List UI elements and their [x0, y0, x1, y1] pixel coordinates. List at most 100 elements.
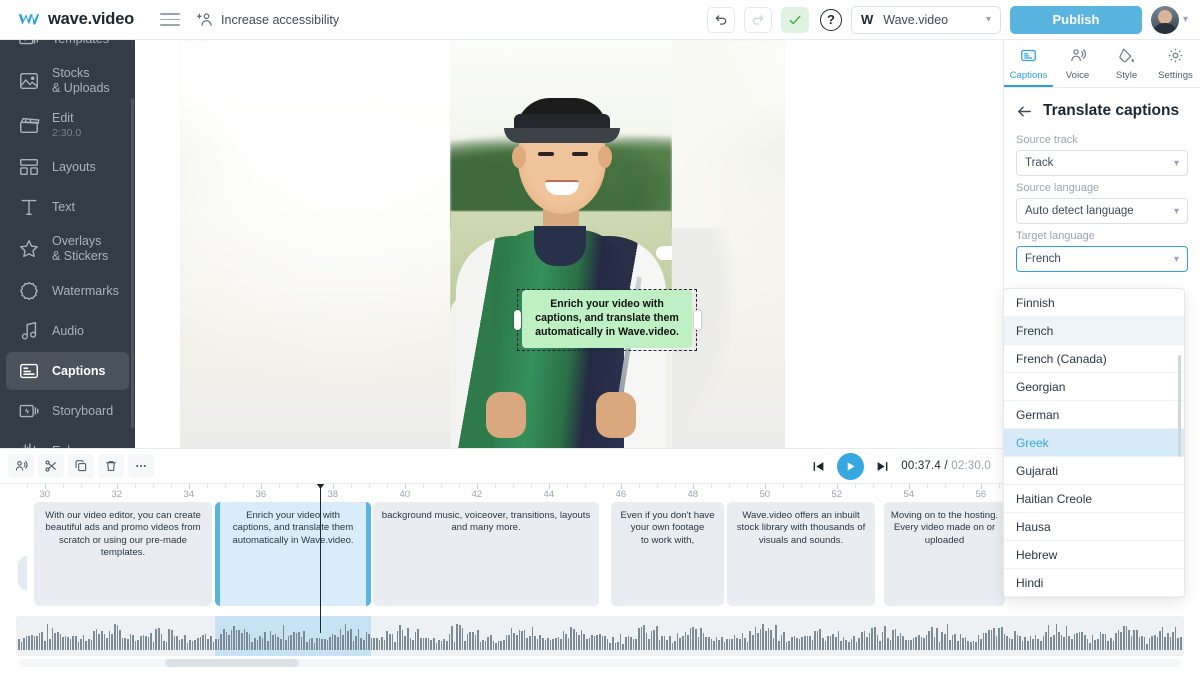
- track-handle-left[interactable]: [18, 556, 27, 590]
- waveform-bar: [453, 641, 456, 650]
- ruler-tick: [170, 484, 172, 488]
- left-sidebar[interactable]: Templates Stocks& Uploads Edit2:30.0 Layout…: [0, 40, 135, 448]
- waveform-bar: [798, 639, 801, 650]
- sidebar-item-captions[interactable]: Captions: [6, 352, 129, 390]
- waveform-bar: [588, 637, 591, 650]
- caption-resize-handle-right[interactable]: [694, 310, 701, 330]
- language-option[interactable]: Georgian: [1004, 373, 1184, 401]
- audio-waveform[interactable]: [16, 616, 1184, 656]
- waveform-bar: [277, 636, 279, 650]
- waveform-bar: [684, 632, 687, 650]
- waveform-bar: [137, 640, 139, 650]
- caption-clip[interactable]: Enrich your video with captions, and tra…: [215, 502, 371, 606]
- voiceover-icon[interactable]: [8, 454, 34, 478]
- waveform-bar: [661, 635, 663, 650]
- sidebar-item-layouts[interactable]: Layouts: [6, 148, 129, 186]
- waveform-bar: [622, 643, 624, 650]
- scissors-icon[interactable]: [38, 454, 64, 478]
- waveform-bar: [827, 635, 829, 650]
- increase-accessibility-button[interactable]: Increase accessibility: [196, 11, 339, 29]
- language-option[interactable]: Finnish: [1004, 289, 1184, 317]
- dropdown-scrollbar[interactable]: [1178, 355, 1181, 457]
- waveform-bar: [775, 624, 777, 650]
- language-option[interactable]: German: [1004, 401, 1184, 429]
- caption-clip[interactable]: Moving on to the hosting. Every video mad…: [884, 502, 1005, 606]
- tab-style[interactable]: Style: [1102, 40, 1151, 87]
- duplicate-icon[interactable]: [68, 454, 94, 478]
- waveform-bar: [567, 637, 570, 650]
- waveform-bar: [777, 640, 780, 650]
- language-option[interactable]: Hausa: [1004, 513, 1184, 541]
- skip-to-end-button[interactable]: [876, 460, 889, 473]
- waveform-bar: [38, 633, 41, 650]
- publish-button[interactable]: Publish: [1009, 5, 1142, 34]
- waveform-bar: [339, 629, 342, 650]
- sidebar-item-label: Stocks & Uploads: [52, 66, 110, 95]
- more-icon[interactable]: [128, 454, 154, 478]
- back-arrow-icon[interactable]: [1016, 103, 1033, 120]
- sidebar-item-overlays[interactable]: Overlays & Stickers: [6, 228, 129, 270]
- sidebar-item-stocks[interactable]: Stocks & Uploads: [6, 60, 129, 102]
- language-option[interactable]: French (Canada): [1004, 345, 1184, 373]
- waveform-bar: [1032, 638, 1034, 650]
- sidebar-item-text[interactable]: Text: [6, 188, 129, 226]
- language-option[interactable]: Greek: [1004, 429, 1184, 457]
- language-option[interactable]: French: [1004, 317, 1184, 345]
- target-language-select[interactable]: French ▾: [1016, 246, 1188, 272]
- clip-trim-handle-left[interactable]: [216, 550, 219, 566]
- waveform-bar: [383, 639, 386, 650]
- waveform-bar: [181, 639, 183, 650]
- sidebar-item-audio[interactable]: Audio: [6, 312, 129, 350]
- language-option[interactable]: Haitian Creole: [1004, 485, 1184, 513]
- hamburger-icon[interactable]: [160, 13, 181, 26]
- help-icon[interactable]: ?: [819, 8, 842, 31]
- sidebar-item-storyboard[interactable]: Storyboard: [6, 392, 129, 430]
- video-canvas[interactable]: Enrich your video with captions, and tra…: [180, 40, 785, 448]
- timeline-scrollbar-thumb[interactable]: [165, 659, 299, 667]
- waveform-bar: [1029, 636, 1032, 650]
- waveform-bar: [1089, 643, 1091, 650]
- sidebar-item-edit[interactable]: Edit 2:30.0: [6, 104, 129, 146]
- language-option[interactable]: Gujarati: [1004, 457, 1184, 485]
- undo-button[interactable]: [706, 6, 735, 33]
- tab-voice[interactable]: Voice: [1053, 40, 1102, 87]
- sidebar-item-watermarks[interactable]: Watermarks: [6, 272, 129, 310]
- clip-trim-handle-right[interactable]: [367, 550, 370, 566]
- caption-clip[interactable]: Wave.video offers an inbuilt stock libra…: [727, 502, 875, 606]
- waveform-bar: [484, 641, 487, 650]
- tab-settings[interactable]: Settings: [1151, 40, 1200, 87]
- ruler-tick: [62, 484, 64, 488]
- playhead[interactable]: [316, 483, 325, 633]
- waveform-bar: [316, 637, 318, 650]
- account-menu[interactable]: ▾: [1150, 5, 1188, 34]
- source-language-select[interactable]: Auto detect language ▾: [1016, 198, 1188, 224]
- project-selector[interactable]: W Wave.video ▾: [850, 5, 1001, 34]
- brand-logo[interactable]: wave.video: [18, 10, 134, 29]
- tab-captions[interactable]: Captions: [1004, 40, 1053, 87]
- waveform-bar: [290, 634, 292, 650]
- waveform-bar: [1086, 639, 1089, 650]
- timeline-scrollbar-track[interactable]: [20, 659, 1180, 667]
- right-panel-tabs: Captions Voice Style Settings: [1004, 40, 1200, 88]
- caption-resize-handle-left[interactable]: [514, 310, 521, 330]
- trash-icon[interactable]: [98, 454, 124, 478]
- language-option[interactable]: Hebrew: [1004, 541, 1184, 569]
- caption-clip[interactable]: background music, voiceover, transitions…: [373, 502, 599, 606]
- waveform-bar: [671, 643, 674, 650]
- waveform-bar: [492, 641, 495, 650]
- redo-button[interactable]: [743, 6, 772, 33]
- sidebar-scrollbar[interactable]: [131, 98, 134, 428]
- paint-bucket-icon: [1118, 47, 1135, 67]
- waveform-bar: [1094, 640, 1096, 650]
- skip-to-start-button[interactable]: [812, 460, 825, 473]
- source-track-select[interactable]: Track ▾: [1016, 150, 1188, 176]
- language-option[interactable]: Hindi: [1004, 569, 1184, 597]
- caption-clip[interactable]: With our video editor, you can create be…: [34, 502, 212, 606]
- sidebar-item-templates[interactable]: Templates: [6, 40, 129, 58]
- target-language-dropdown[interactable]: Finnish French French (Canada) Georgian Germ…: [1003, 288, 1185, 598]
- caption-clip[interactable]: Even if you don't have your own footage t…: [611, 502, 724, 606]
- waveform-bar: [412, 640, 414, 650]
- play-button[interactable]: [837, 452, 865, 480]
- waveform-bar: [648, 639, 650, 650]
- sidebar-item-enhancers[interactable]: Enhancers: [6, 432, 129, 448]
